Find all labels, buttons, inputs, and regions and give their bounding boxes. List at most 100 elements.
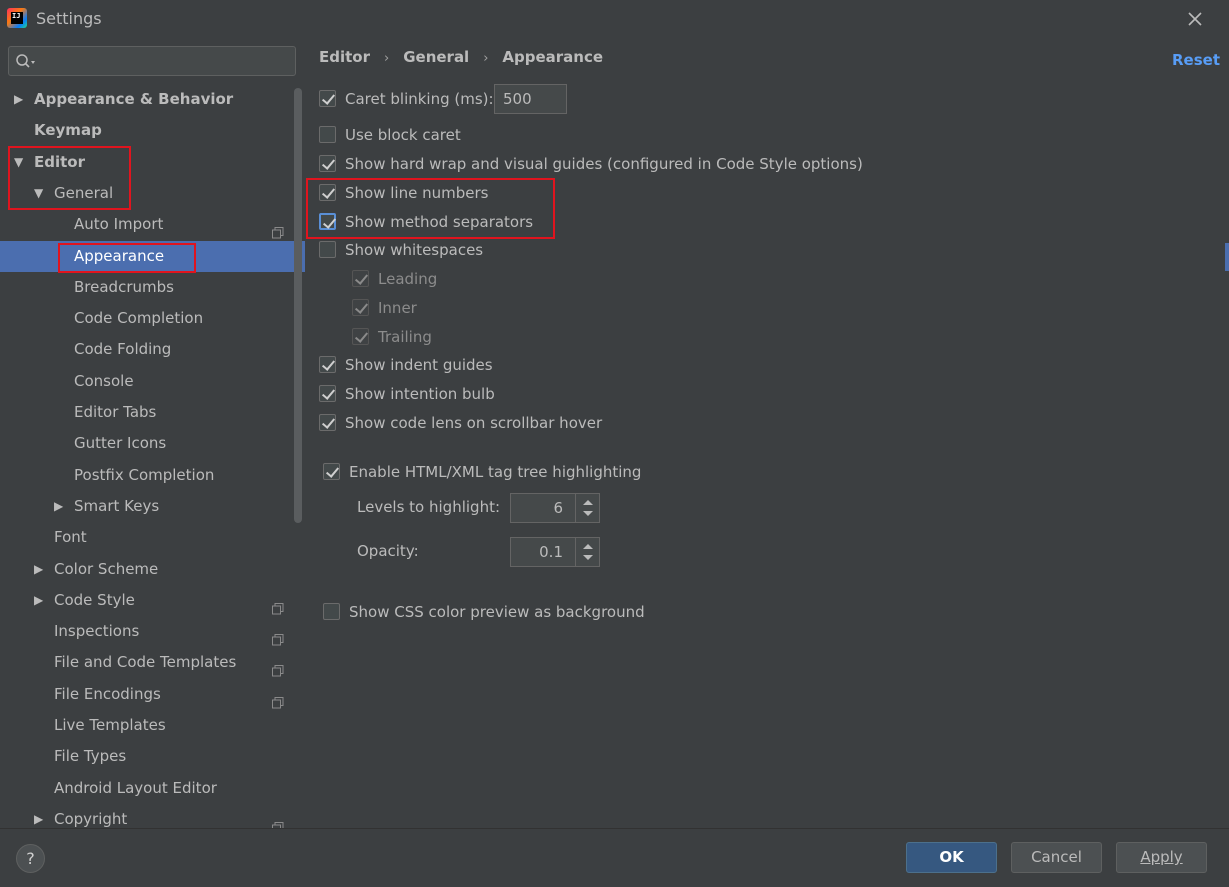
inner-checkbox[interactable] xyxy=(352,299,369,316)
intention-bulb-label: Show intention bulb xyxy=(345,385,495,403)
leading-option[interactable]: Leading xyxy=(352,268,552,292)
tree-item-label: Console xyxy=(74,371,134,390)
tree-item[interactable]: Postfix Completion xyxy=(0,460,305,491)
tree-item[interactable]: Code Folding xyxy=(0,334,305,365)
code-lens-label: Show code lens on scrollbar hover xyxy=(345,414,603,432)
tree-item[interactable]: ▶ Code Style xyxy=(0,585,305,616)
tree-item-label: Copyright xyxy=(54,809,128,828)
window-title: Settings xyxy=(36,9,102,28)
caret-blinking-input[interactable]: 500 xyxy=(494,84,567,114)
tree-item[interactable]: File and Code Templates xyxy=(0,647,305,678)
block-caret-checkbox[interactable] xyxy=(319,126,336,143)
tree-item-label: Color Scheme xyxy=(54,559,159,578)
appearance-settings-panel: Editor › General › Appearance Reset Caret bl… xyxy=(305,38,1229,828)
tree-item[interactable]: ▶ Copyright xyxy=(0,804,305,828)
collapsed-arrow-icon[interactable]: ▶ xyxy=(34,554,43,585)
intention-bulb-checkbox[interactable] xyxy=(319,385,336,402)
tree-item-label: Font xyxy=(54,528,87,547)
tree-item-label: Editor Tabs xyxy=(74,403,157,421)
tree-item[interactable]: Auto Import xyxy=(0,209,305,240)
inner-option[interactable]: Inner xyxy=(352,297,552,321)
css-preview-label: Show CSS color preview as background xyxy=(349,603,645,621)
tree-item-label: Breadcrumbs xyxy=(74,277,174,296)
highlight-box-editor-general xyxy=(8,146,131,210)
search-icon xyxy=(15,53,37,71)
levels-spinner[interactable]: 6 xyxy=(510,493,600,523)
code-lens-checkbox[interactable] xyxy=(319,414,336,431)
project-scope-icon xyxy=(272,626,284,646)
trailing-label: Trailing xyxy=(378,328,432,346)
collapsed-arrow-icon[interactable]: ▶ xyxy=(34,804,43,828)
tree-item[interactable]: Android Layout Editor xyxy=(0,773,305,804)
breadcrumb-item-appearance: Appearance xyxy=(502,48,604,66)
close-icon[interactable] xyxy=(1184,8,1206,30)
tree-item-label: Code Folding xyxy=(74,340,172,359)
dialog-button-bar: ? OK Cancel Apply xyxy=(0,828,1229,887)
hard-wrap-label: Show hard wrap and visual guides (config… xyxy=(345,155,863,173)
apply-button[interactable]: Apply xyxy=(1116,842,1207,873)
tag-tree-label: Enable HTML/XML tag tree highlighting xyxy=(349,463,642,481)
block-caret-option[interactable]: Use block caret xyxy=(319,124,719,148)
help-button[interactable]: ? xyxy=(16,844,45,873)
breadcrumb-separator: › xyxy=(483,51,489,66)
reset-link[interactable]: Reset xyxy=(1172,51,1220,69)
tree-item[interactable]: ▶ Appearance & Behavior xyxy=(0,84,305,115)
caret-blinking-option[interactable]: Caret blinking (ms): xyxy=(319,88,499,112)
css-preview-option[interactable]: Show CSS color preview as background xyxy=(323,601,723,625)
hard-wrap-option[interactable]: Show hard wrap and visual guides (config… xyxy=(319,153,919,177)
tree-item[interactable]: Keymap xyxy=(0,115,305,146)
breadcrumb-item-editor: Editor xyxy=(319,48,370,66)
tree-item-label: File and Code Templates xyxy=(54,653,237,672)
spinner-arrows-icon[interactable] xyxy=(575,538,599,566)
trailing-option[interactable]: Trailing xyxy=(352,326,552,350)
code-lens-option[interactable]: Show code lens on scrollbar hover xyxy=(319,412,719,436)
tree-scrollbar[interactable] xyxy=(294,88,302,523)
tree-item[interactable]: Gutter Icons xyxy=(0,428,305,459)
tree-item-label: Live Templates xyxy=(54,716,166,734)
tree-item[interactable]: Live Templates xyxy=(0,710,305,741)
tree-item-label: Keymap xyxy=(34,121,102,140)
indent-guides-option[interactable]: Show indent guides xyxy=(319,354,619,378)
tree-item-label: Code Completion xyxy=(74,309,204,328)
search-input[interactable] xyxy=(8,46,296,76)
project-scope-icon xyxy=(272,595,284,615)
hard-wrap-checkbox[interactable] xyxy=(319,155,336,172)
collapsed-arrow-icon[interactable]: ▶ xyxy=(54,491,63,522)
caret-blinking-checkbox[interactable] xyxy=(319,90,336,107)
ok-button[interactable]: OK xyxy=(906,842,997,873)
tree-item[interactable]: Editor Tabs xyxy=(0,397,305,428)
tag-tree-option[interactable]: Enable HTML/XML tag tree highlighting xyxy=(323,461,723,485)
collapsed-arrow-icon[interactable]: ▶ xyxy=(14,84,23,115)
css-preview-checkbox[interactable] xyxy=(323,603,340,620)
tree-item[interactable]: Console xyxy=(0,366,305,397)
levels-value: 6 xyxy=(553,499,563,517)
trailing-checkbox[interactable] xyxy=(352,328,369,345)
project-scope-icon xyxy=(272,219,284,239)
spinner-arrows-icon[interactable] xyxy=(575,494,599,522)
tree-item[interactable]: File Encodings xyxy=(0,679,305,710)
tree-item[interactable]: ▶ Color Scheme xyxy=(0,554,305,585)
tree-item-label: File Encodings xyxy=(54,684,161,703)
tree-item[interactable]: ▶ Smart Keys xyxy=(0,491,305,522)
scroll-marker xyxy=(1225,243,1229,271)
levels-label: Levels to highlight: xyxy=(357,498,501,516)
tree-item[interactable]: Code Completion xyxy=(0,303,305,334)
breadcrumb-item-general: General xyxy=(403,48,470,66)
collapsed-arrow-icon[interactable]: ▶ xyxy=(34,585,43,616)
tree-item[interactable]: File Types xyxy=(0,741,305,772)
whitespaces-checkbox[interactable] xyxy=(319,241,336,258)
tree-item-label: Auto Import xyxy=(74,215,164,234)
tree-item[interactable]: Breadcrumbs xyxy=(0,272,305,303)
block-caret-label: Use block caret xyxy=(345,126,461,144)
cancel-button[interactable]: Cancel xyxy=(1011,842,1102,873)
tag-tree-checkbox[interactable] xyxy=(323,463,340,480)
leading-checkbox[interactable] xyxy=(352,270,369,287)
tree-item[interactable]: Font xyxy=(0,522,305,553)
opacity-spinner[interactable]: 0.1 xyxy=(510,537,600,567)
indent-guides-checkbox[interactable] xyxy=(319,356,336,373)
tree-item[interactable]: Inspections xyxy=(0,616,305,647)
whitespaces-option[interactable]: Show whitespaces xyxy=(319,239,619,263)
intention-bulb-option[interactable]: Show intention bulb xyxy=(319,383,619,407)
project-scope-icon xyxy=(272,657,284,677)
tree-item-label: Inspections xyxy=(54,622,140,641)
